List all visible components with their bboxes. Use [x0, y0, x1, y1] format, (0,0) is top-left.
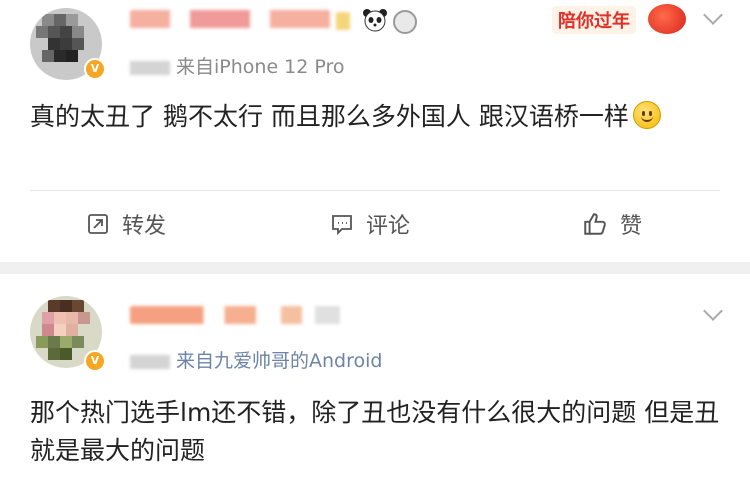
lantern-icon [648, 4, 686, 34]
source-label: 来自iPhone 12 Pro [176, 56, 345, 78]
festival-badge: 陪你过年 [552, 6, 636, 34]
post-content: 真的太丑了 鹅不太行 而且那么多外国人 跟汉语桥一样 [30, 98, 720, 136]
timestamp-redacted [130, 354, 170, 369]
panda-icon [362, 8, 388, 32]
source-label: 来自九爱帅哥的Android [176, 350, 383, 372]
divider [30, 190, 720, 191]
post-text: 那个热门选手lm还不错，除了丑也没有什么很大的问题 但是丑就是最大的问题 [30, 398, 720, 465]
verified-icon: V [84, 58, 106, 80]
post-separator [0, 262, 750, 274]
chevron-down-icon[interactable] [703, 301, 723, 321]
post-card-2: V 来自九爱帅哥的Android 那个热门选手lm还不错，除了丑也没有什么很大的… [0, 274, 750, 485]
chevron-down-icon[interactable] [703, 5, 723, 25]
comment-label: 评论 [366, 214, 411, 239]
like-button[interactable]: 赞 [582, 206, 642, 242]
repost-button[interactable]: 转发 [86, 206, 166, 242]
thumbs-up-icon [584, 213, 606, 235]
timestamp-redacted [130, 60, 170, 75]
post-source: 来自iPhone 12 Pro [130, 52, 345, 79]
repost-icon [88, 214, 108, 234]
post-card-1: V 陪你过年 来自iPhone 12 Pro 真的太丑了 鹅不太行 而且那么多外… [0, 0, 750, 262]
comment-button[interactable]: 评论 [330, 206, 410, 242]
medal-icon [393, 10, 417, 34]
comment-icon [332, 215, 352, 236]
post-content: 那个热门选手lm还不错，除了丑也没有什么很大的问题 但是丑就是最大的问题 [30, 394, 720, 470]
post-source: 来自九爱帅哥的Android [130, 346, 382, 373]
repost-label: 转发 [122, 214, 167, 239]
username-redacted[interactable] [130, 10, 330, 28]
username-redacted-tail [336, 12, 350, 30]
username-redacted[interactable] [130, 306, 340, 324]
like-label: 赞 [620, 214, 643, 239]
post-text: 真的太丑了 鹅不太行 而且那么多外国人 跟汉语桥一样 [30, 102, 629, 131]
smiley-icon [632, 101, 661, 129]
verified-icon: V [84, 350, 106, 372]
